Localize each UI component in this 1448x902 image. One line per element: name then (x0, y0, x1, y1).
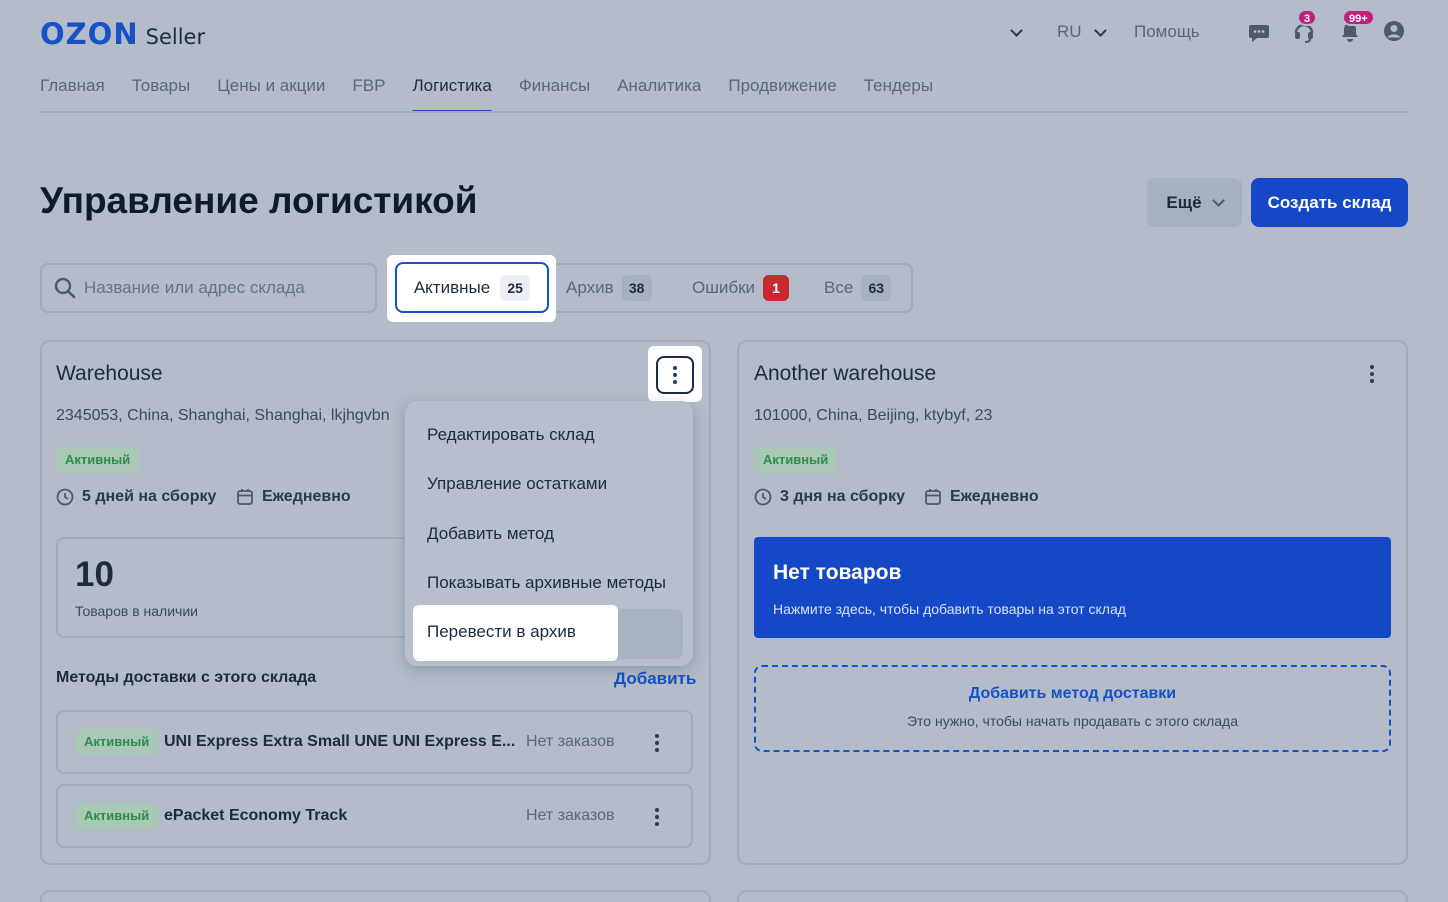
notifications-badge: 99+ (1342, 9, 1375, 26)
schedule: Ежедневно (924, 488, 1039, 506)
filter-tab-errors[interactable]: Ошибки 1 (692, 265, 790, 311)
warehouse-name[interactable]: Another warehouse (754, 362, 936, 386)
clock-icon (754, 488, 772, 506)
no-goods-text: Нажмите здесь, чтобы добавить товары на … (773, 601, 1126, 617)
search-box (40, 263, 377, 313)
nav-item-home[interactable]: Главная (40, 76, 105, 112)
menu-item-archive[interactable]: Перевести в архив (427, 622, 576, 642)
filter-label: Архив (566, 278, 614, 297)
more-button-label: Ещё (1166, 192, 1202, 212)
chat-icon (1249, 25, 1269, 42)
stock-count: 10 (75, 555, 114, 594)
stock-label: Товаров в наличии (75, 603, 198, 619)
profile-button[interactable] (1383, 20, 1405, 47)
language-selector[interactable]: RU (1057, 18, 1107, 46)
logo-product: Seller (145, 25, 206, 49)
status-badge: Активный (75, 803, 159, 829)
filter-count: 25 (500, 274, 531, 301)
help-label: Помощь (1134, 22, 1200, 41)
stock-summary[interactable]: 10 Товаров в наличии (56, 537, 412, 638)
add-method-link[interactable]: Добавить (614, 669, 696, 689)
account-selector[interactable] (1010, 18, 1023, 46)
status-badge: Активный (56, 447, 140, 473)
warehouse-address: 101000, China, Beijing, ktybyf, 23 (754, 407, 993, 424)
main-nav: Главная Товары Цены и акции FBP Логистик… (40, 76, 960, 113)
nav-item-logistics[interactable]: Логистика (412, 76, 493, 113)
chevron-down-icon (1010, 23, 1023, 37)
filter-count: 38 (621, 275, 652, 301)
language-label: RU (1057, 22, 1082, 41)
delivery-method-row[interactable]: Активный UNI Express Extra Small UNE UNI… (56, 710, 693, 774)
calendar-icon (925, 489, 941, 505)
search-icon (54, 277, 76, 299)
more-button[interactable]: Ещё (1147, 178, 1242, 227)
search-input[interactable] (84, 278, 354, 298)
page-title: Управление логистикой (40, 180, 478, 221)
menu-item-manage-stock[interactable]: Управление остатками (427, 474, 607, 494)
warehouse-name[interactable]: Warehouse (56, 362, 163, 386)
schedule-label: Ежедневно (950, 488, 1039, 505)
add-delivery-method-box[interactable]: Добавить метод доставки Это нужно, чтобы… (754, 665, 1391, 752)
add-products-banner[interactable]: Нет товаров Нажмите здесь, чтобы добавит… (754, 537, 1391, 638)
assembly-time: 3 дня на сборку (754, 488, 905, 506)
kebab-icon (673, 366, 677, 384)
method-name: ePacket Economy Track (164, 807, 348, 824)
chevron-down-icon (1093, 23, 1107, 37)
warehouse-address: 2345053, China, Shanghai, Shanghai, lkjh… (56, 407, 390, 424)
method-orders: Нет заказов (526, 807, 615, 824)
add-method-title: Добавить метод доставки (968, 685, 1177, 702)
menu-item-show-archived-methods[interactable]: Показывать архивные методы (427, 573, 666, 593)
warehouse-card (40, 890, 711, 902)
warehouse-card (737, 890, 1408, 902)
nav-item-tenders[interactable]: Тендеры (864, 76, 933, 112)
profile-icon (1384, 21, 1404, 41)
assembly-time: 5 дней на сборку (56, 488, 216, 506)
logo-brand: OZON (40, 17, 139, 51)
status-badge: Активный (75, 729, 159, 755)
nav-item-fbp[interactable]: FBP (352, 76, 385, 112)
delivery-method-row[interactable]: Активный ePacket Economy Track Нет заказ… (56, 784, 693, 848)
clock-icon (56, 488, 74, 506)
filter-tab-all[interactable]: Все 63 (824, 265, 892, 311)
add-method-text: Это нужно, чтобы начать продавать с этог… (906, 713, 1239, 729)
filter-tab-active[interactable]: Активные 25 (395, 262, 549, 313)
method-name: UNI Express Extra Small UNE UNI Express … (164, 733, 516, 750)
nav-item-products[interactable]: Товары (132, 76, 190, 112)
filter-label: Все (824, 278, 854, 297)
status-badge: Активный (754, 447, 838, 473)
kebab-icon[interactable] (655, 808, 659, 826)
nav-item-promotion[interactable]: Продвижение (728, 76, 836, 112)
calendar-icon (237, 489, 253, 505)
method-orders: Нет заказов (526, 733, 615, 750)
filter-tab-archive[interactable]: Архив 38 (566, 265, 652, 311)
menu-item-edit-warehouse[interactable]: Редактировать склад (427, 425, 595, 445)
warehouse-menu-button[interactable] (656, 356, 694, 394)
filter-label: Ошибки (692, 278, 756, 297)
chat-button[interactable] (1248, 21, 1270, 48)
chevron-down-icon (1211, 194, 1225, 207)
assembly-time-label: 3 дня на сборку (780, 488, 905, 505)
schedule: Ежедневно (236, 488, 351, 506)
help-link[interactable]: Помощь (1134, 18, 1200, 46)
nav-item-finance[interactable]: Финансы (519, 76, 590, 112)
assembly-time-label: 5 дней на сборку (82, 488, 217, 505)
delivery-methods-title: Методы доставки с этого склада (56, 669, 317, 686)
nav-item-analytics[interactable]: Аналитика (617, 76, 701, 112)
kebab-icon[interactable] (1370, 365, 1374, 383)
kebab-icon[interactable] (655, 734, 659, 752)
filter-count: 63 (861, 275, 892, 301)
filter-label: Активные (413, 277, 491, 297)
nav-divider (40, 111, 1408, 113)
no-goods-title: Нет товаров (773, 561, 902, 584)
support-badge: 3 (1297, 9, 1318, 26)
menu-item-add-method[interactable]: Добавить метод (427, 524, 554, 544)
filter-count: 1 (763, 275, 790, 301)
create-warehouse-button[interactable]: Создать склад (1251, 178, 1408, 227)
nav-item-prices[interactable]: Цены и акции (217, 76, 325, 112)
schedule-label: Ежедневно (262, 488, 351, 505)
ozon-seller-logo[interactable]: OZON Seller (40, 17, 205, 51)
